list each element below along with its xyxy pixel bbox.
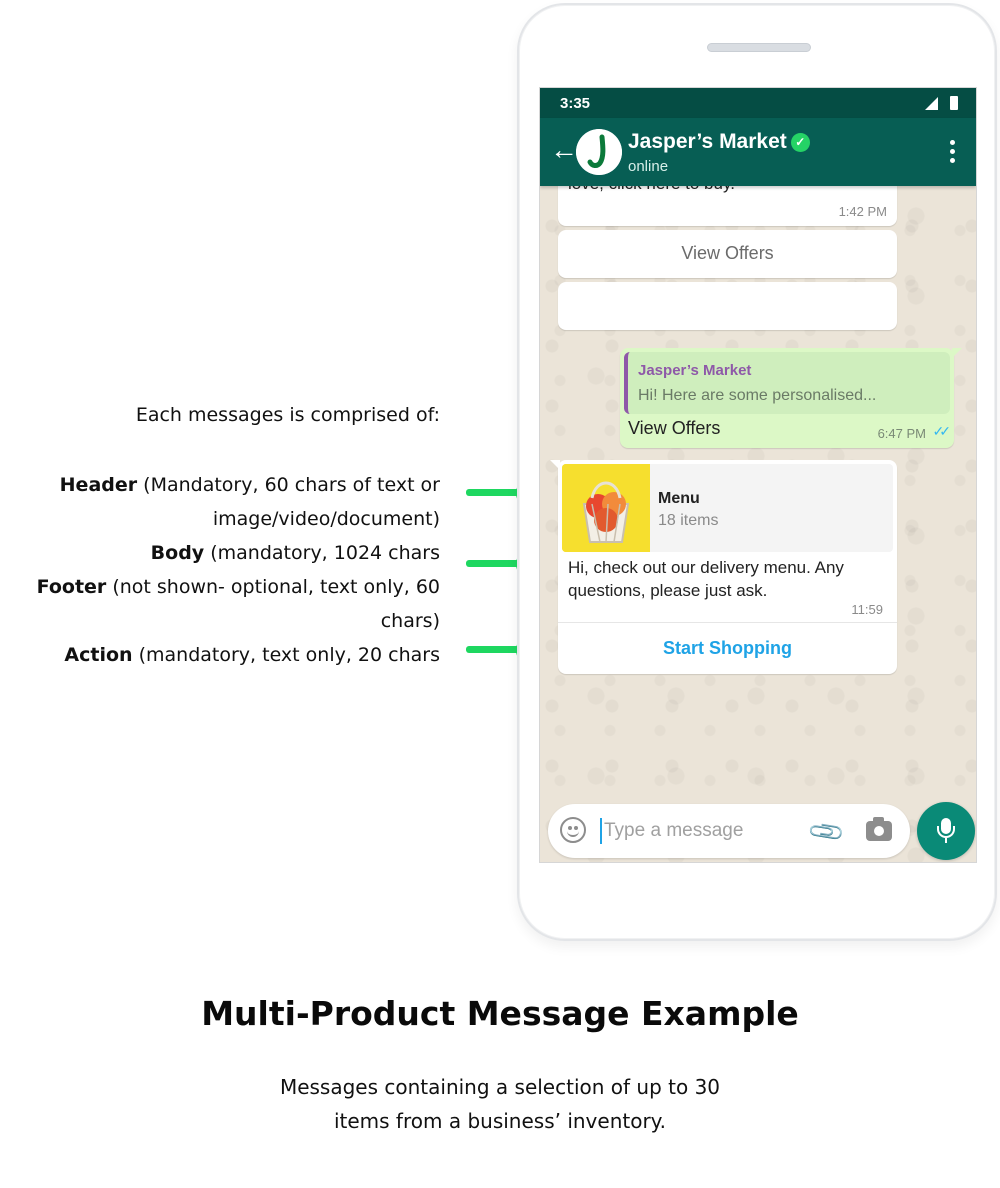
check-badge-icon: ✓ bbox=[790, 133, 810, 152]
product-message-time: 11:59 bbox=[851, 602, 883, 617]
annotation-action-desc: (mandatory, text only, 20 chars bbox=[132, 644, 440, 666]
contact-status: online bbox=[628, 158, 669, 175]
product-list-title: Menu bbox=[658, 490, 700, 507]
status-time: 3:35 bbox=[560, 95, 591, 112]
annotation-header-desc: (Mandatory, 60 chars of text or image/vi… bbox=[137, 474, 440, 530]
outgoing-message: Jasper’s Market Hi! Here are some person… bbox=[620, 348, 962, 448]
quoted-message[interactable]: Jasper’s Market Hi! Here are some person… bbox=[624, 352, 950, 414]
product-list-count: 18 items bbox=[658, 512, 719, 529]
emoji-icon[interactable] bbox=[560, 817, 586, 843]
quoted-sender: Jasper’s Market bbox=[638, 362, 752, 379]
text-caret bbox=[600, 818, 602, 844]
signal-icon bbox=[925, 97, 938, 110]
status-bar: 3:35 bbox=[540, 88, 976, 118]
chat-header: ← Jasper’s Market ✓ online bbox=[540, 118, 976, 186]
contact-avatar[interactable] bbox=[576, 129, 622, 175]
phone-speaker bbox=[707, 43, 811, 52]
outgoing-text: View Offers bbox=[628, 418, 721, 438]
view-offers-button[interactable]: View Offers bbox=[558, 230, 897, 278]
multi-product-message: Menu 18 items Hi, check out our delivery… bbox=[550, 460, 897, 674]
annotation-footer-desc: (not shown- optional, text only, 60 char… bbox=[106, 576, 440, 632]
annotation-body-label: Body bbox=[150, 542, 205, 564]
bubble-tail bbox=[550, 460, 560, 470]
contact-name[interactable]: Jasper’s Market ✓ bbox=[628, 130, 810, 154]
second-action-button[interactable] bbox=[558, 282, 897, 330]
annotation-action: Action (mandatory, text only, 20 chars bbox=[0, 638, 440, 672]
message-input[interactable]: Type a message bbox=[604, 820, 743, 842]
battery-icon bbox=[950, 96, 958, 110]
message-composer: Type a message 📎 bbox=[548, 804, 910, 858]
outgoing-time: 6:47 PM bbox=[877, 426, 926, 441]
camera-icon[interactable] bbox=[866, 817, 892, 841]
back-arrow-icon[interactable]: ← bbox=[550, 136, 578, 164]
caption-title: Multi-Product Message Example bbox=[201, 994, 799, 1033]
produce-bag-image bbox=[562, 464, 650, 552]
annotation-header: Header (Mandatory, 60 chars of text or i… bbox=[0, 468, 440, 536]
annotation-body: Body (mandatory, 1024 chars bbox=[0, 536, 440, 570]
annotation-footer-label: Footer bbox=[36, 576, 107, 598]
caption-text: Messages containing a selection of up to… bbox=[279, 1075, 721, 1133]
bubble-tail bbox=[952, 348, 962, 358]
annotation-header-label: Header bbox=[59, 474, 138, 496]
annotation-action-label: Action bbox=[64, 644, 133, 666]
phone-screen: 3:35 ← Jasper’s Market✓ online love, cli… bbox=[539, 87, 977, 863]
more-options-icon[interactable] bbox=[950, 140, 956, 164]
product-message-body: Hi, check out our delivery menu. Any que… bbox=[568, 558, 844, 600]
chat-messages: love, click here to buy. 1:42 PM View Of… bbox=[540, 174, 976, 806]
attach-icon[interactable]: 📎 bbox=[806, 812, 848, 853]
contact-name-text: Jasper’s Market bbox=[628, 130, 787, 153]
annotation-body-desc: (mandatory, 1024 chars bbox=[204, 542, 440, 564]
phone-mockup: 3:35 ← Jasper’s Market✓ online love, cli… bbox=[517, 3, 997, 941]
message-time: 1:42 PM bbox=[838, 204, 887, 219]
annotations-intro: Each messages is comprised of: bbox=[135, 404, 440, 426]
divider bbox=[558, 622, 897, 623]
quoted-text: Hi! Here are some personalised... bbox=[638, 387, 877, 404]
start-shopping-button[interactable]: Start Shopping bbox=[558, 624, 897, 672]
microphone-button[interactable] bbox=[917, 802, 975, 860]
product-list-header[interactable]: Menu 18 items bbox=[562, 464, 893, 552]
double-check-icon: ✓✓ bbox=[932, 423, 952, 439]
annotation-footer: Footer (not shown- optional, text only, … bbox=[0, 570, 440, 638]
